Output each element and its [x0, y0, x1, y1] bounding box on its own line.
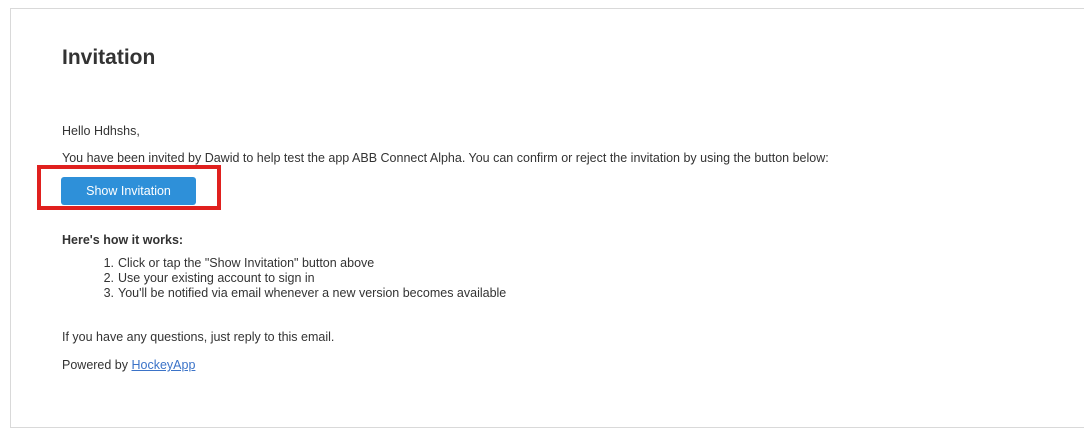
- greeting-text: Hello Hdhshs,: [62, 124, 140, 138]
- powered-by: Powered by HockeyApp: [62, 357, 195, 373]
- show-invitation-button[interactable]: Show Invitation: [61, 177, 196, 205]
- step-number: 3.: [103, 286, 114, 300]
- step-number: 1.: [103, 256, 114, 270]
- step-text: You'll be notified via email whenever a …: [118, 286, 507, 300]
- step-number: 2.: [103, 271, 114, 285]
- email-title: Invitation: [62, 46, 156, 69]
- questions-text: If you have any questions, just reply to…: [62, 330, 335, 344]
- list-item: 3. You'll be notified via email whenever …: [62, 286, 507, 301]
- list-item: 1. Click or tap the "Show Invitation" but…: [62, 256, 506, 271]
- hockeyapp-link[interactable]: HockeyApp: [131, 358, 195, 372]
- how-it-works-heading: Here's how it works:: [62, 233, 184, 247]
- intro-text: You have been invited by Dawid to help t…: [62, 151, 829, 165]
- steps-list: 1. Click or tap the "Show Invitation" but…: [62, 256, 507, 301]
- step-text: Use your existing account to sign in: [118, 271, 315, 285]
- powered-by-label: Powered by: [62, 358, 132, 372]
- step-text: Click or tap the "Show Invitation" butto…: [118, 256, 375, 270]
- list-item: 2. Use your existing account to sign in: [62, 271, 506, 286]
